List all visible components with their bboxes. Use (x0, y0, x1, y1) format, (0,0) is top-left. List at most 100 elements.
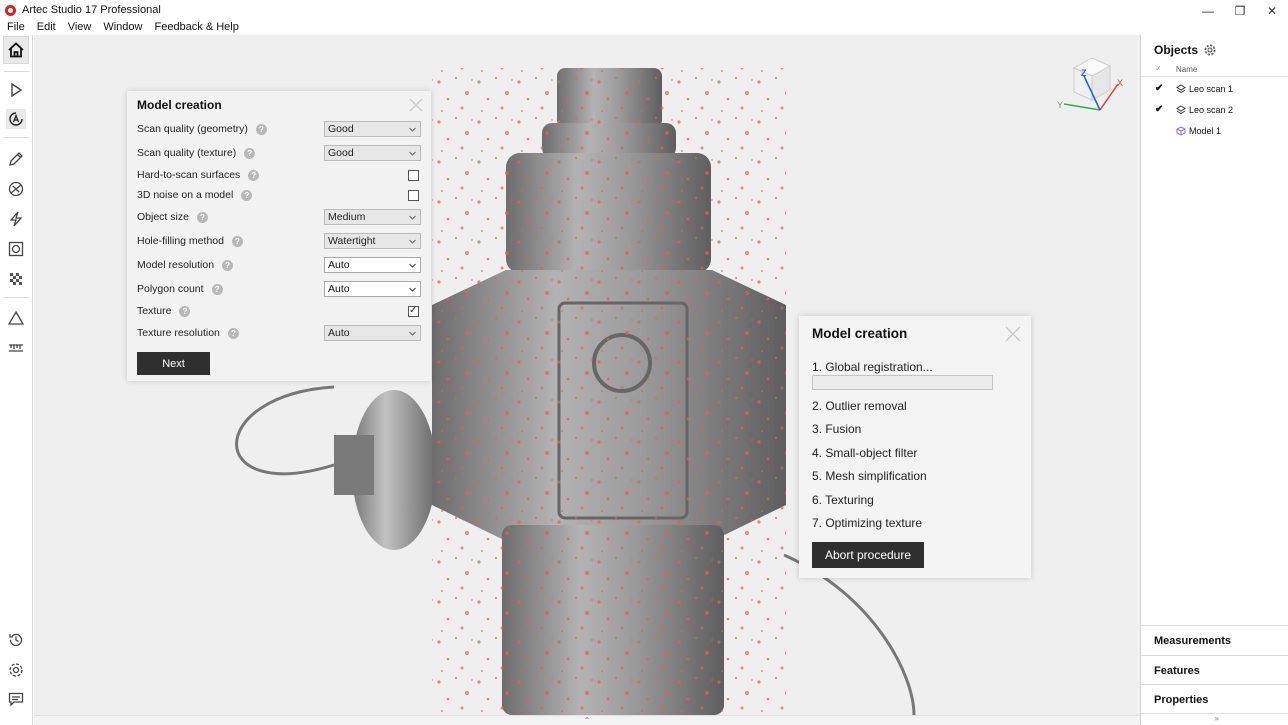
objects-panel: Objects ✓ Name ✔ Leo scan 1 ✔ Leo scan 2… (1140, 35, 1288, 725)
dialog-title: Model creation (137, 98, 222, 112)
row-scan-quality-geometry: Scan quality (geometry) ? Good (137, 120, 421, 138)
help-icon[interactable]: ? (241, 189, 253, 201)
select-value: Auto (328, 327, 350, 339)
features-section[interactable]: Features (1141, 655, 1288, 685)
toolbar-divider (4, 71, 29, 72)
panel-expand-icon[interactable]: » (1141, 713, 1288, 725)
step-fusion: 3. Fusion (812, 422, 862, 436)
restore-button[interactable]: ❐ (1224, 0, 1256, 22)
scan-quality-geometry-select[interactable]: Good (324, 121, 421, 137)
texture-checkbox[interactable]: ✓ (408, 305, 419, 317)
model-resolution-select[interactable]: Auto (324, 257, 421, 273)
scan-layers-icon (1176, 83, 1186, 93)
row-object-size: Object size ? Medium (137, 208, 421, 226)
help-icon[interactable]: ? (244, 147, 256, 159)
menu-window[interactable]: Window (97, 21, 148, 33)
setting-label: Scan quality (geometry) (137, 123, 248, 135)
registration-icon[interactable] (6, 179, 26, 199)
row-scan-quality-texture: Scan quality (texture) ? Good (137, 144, 421, 162)
fusion-icon[interactable] (6, 239, 26, 259)
window-controls: — ❐ ✕ (1192, 0, 1288, 22)
visibility-check-icon[interactable]: ✔ (1155, 104, 1163, 115)
home-icon[interactable] (3, 36, 29, 64)
hard-to-scan-checkbox[interactable] (408, 169, 419, 181)
visibility-check-icon[interactable]: ✔ (1155, 83, 1163, 94)
help-icon[interactable]: ? (211, 283, 223, 295)
viewport-bottom-bar[interactable]: ⌃ (34, 715, 1140, 725)
polygon-count-select[interactable]: Auto (324, 281, 421, 297)
object-name: Model 1 (1189, 125, 1222, 136)
model-cube-icon (1176, 125, 1186, 136)
minimize-button[interactable]: — (1192, 0, 1224, 22)
chevron-down-icon (409, 263, 416, 268)
lightning-icon[interactable] (6, 209, 26, 229)
help-icon[interactable]: ? (231, 235, 243, 247)
object-name: Leo scan 1 (1189, 83, 1234, 94)
row-hole-filling-method: Hole-filling method ? Watertight (137, 232, 421, 250)
play-icon[interactable] (6, 80, 26, 100)
texture-checker-icon[interactable] (6, 269, 26, 289)
step-global-registration: 1. Global registration... (812, 360, 933, 374)
help-icon[interactable]: ? (255, 123, 267, 135)
close-button[interactable]: ✕ (1256, 0, 1288, 22)
model-creation-settings-dialog: Model creation Scan quality (geometry) ?… (127, 91, 431, 381)
help-icon[interactable]: ? (196, 211, 208, 223)
step-mesh-simplification: 5. Mesh simplification (812, 469, 927, 483)
toolbar-divider (4, 297, 29, 298)
menu-bar: File Edit View Window Feedback & Help (0, 19, 245, 35)
3d-noise-checkbox[interactable] (408, 189, 419, 201)
help-icon[interactable]: ? (248, 169, 260, 181)
abort-procedure-button[interactable]: Abort procedure (812, 542, 924, 568)
setting-label: Texture resolution (137, 327, 220, 339)
scan-quality-texture-select[interactable]: Good (324, 145, 421, 161)
history-icon[interactable] (6, 630, 26, 650)
chat-icon[interactable] (6, 689, 26, 709)
setting-label: Model resolution (137, 259, 215, 271)
setting-label: Hole-filling method (137, 235, 224, 247)
object-row-leo-scan-1[interactable]: ✔ Leo scan 1 (1141, 78, 1288, 99)
title-bar: Artec Studio 17 Professional — ❐ ✕ (0, 0, 1288, 20)
next-button[interactable]: Next (137, 352, 210, 375)
pencil-icon[interactable] (6, 149, 26, 169)
close-icon[interactable] (1005, 326, 1021, 342)
toolbar-divider (4, 137, 29, 138)
object-row-leo-scan-2[interactable]: ✔ Leo scan 2 (1141, 99, 1288, 120)
menu-edit[interactable]: Edit (31, 21, 62, 33)
gear-icon[interactable] (1204, 44, 1216, 56)
select-value: Good (328, 147, 354, 159)
select-value: Auto (328, 283, 350, 295)
setting-label: Polygon count (137, 283, 204, 295)
menu-file[interactable]: File (0, 21, 31, 33)
name-column[interactable]: Name (1176, 65, 1197, 74)
setting-label: Scan quality (texture) (137, 147, 237, 159)
select-value: Watertight (328, 235, 376, 247)
triangle-icon[interactable] (6, 308, 26, 328)
help-icon[interactable]: ? (222, 259, 234, 271)
close-icon[interactable] (409, 98, 423, 112)
texture-resolution-select[interactable]: Auto (324, 325, 421, 341)
row-polygon-count: Polygon count ? Auto (137, 280, 421, 298)
select-value: Good (328, 123, 354, 135)
visibility-column[interactable]: ✓ (1155, 64, 1162, 73)
menu-feedback-help[interactable]: Feedback & Help (148, 21, 244, 33)
objects-header: Objects (1154, 43, 1216, 57)
objects-column-header: ✓ Name (1141, 63, 1288, 77)
object-row-model-1[interactable]: Model 1 (1141, 120, 1288, 141)
row-3d-noise: 3D noise on a model ? (137, 186, 421, 204)
autopilot-icon[interactable] (6, 109, 26, 129)
measurements-section[interactable]: Measurements (1141, 625, 1288, 655)
help-icon[interactable]: ? (227, 327, 239, 339)
settings-icon[interactable] (6, 660, 26, 680)
help-icon[interactable]: ? (179, 305, 191, 317)
app-logo-icon (5, 4, 16, 16)
menu-view[interactable]: View (62, 21, 98, 33)
scan-layers-icon (1176, 104, 1186, 114)
properties-section[interactable]: Properties (1141, 684, 1288, 714)
object-size-select[interactable]: Medium (324, 209, 421, 225)
ruler-icon[interactable] (6, 338, 26, 358)
hole-filling-select[interactable]: Watertight (324, 233, 421, 249)
setting-label: Hard-to-scan surfaces (137, 169, 241, 181)
row-texture: Texture ? ✓ (137, 302, 421, 320)
objects-title: Objects (1154, 43, 1199, 57)
view-cube[interactable]: X Y Z (1052, 38, 1132, 118)
